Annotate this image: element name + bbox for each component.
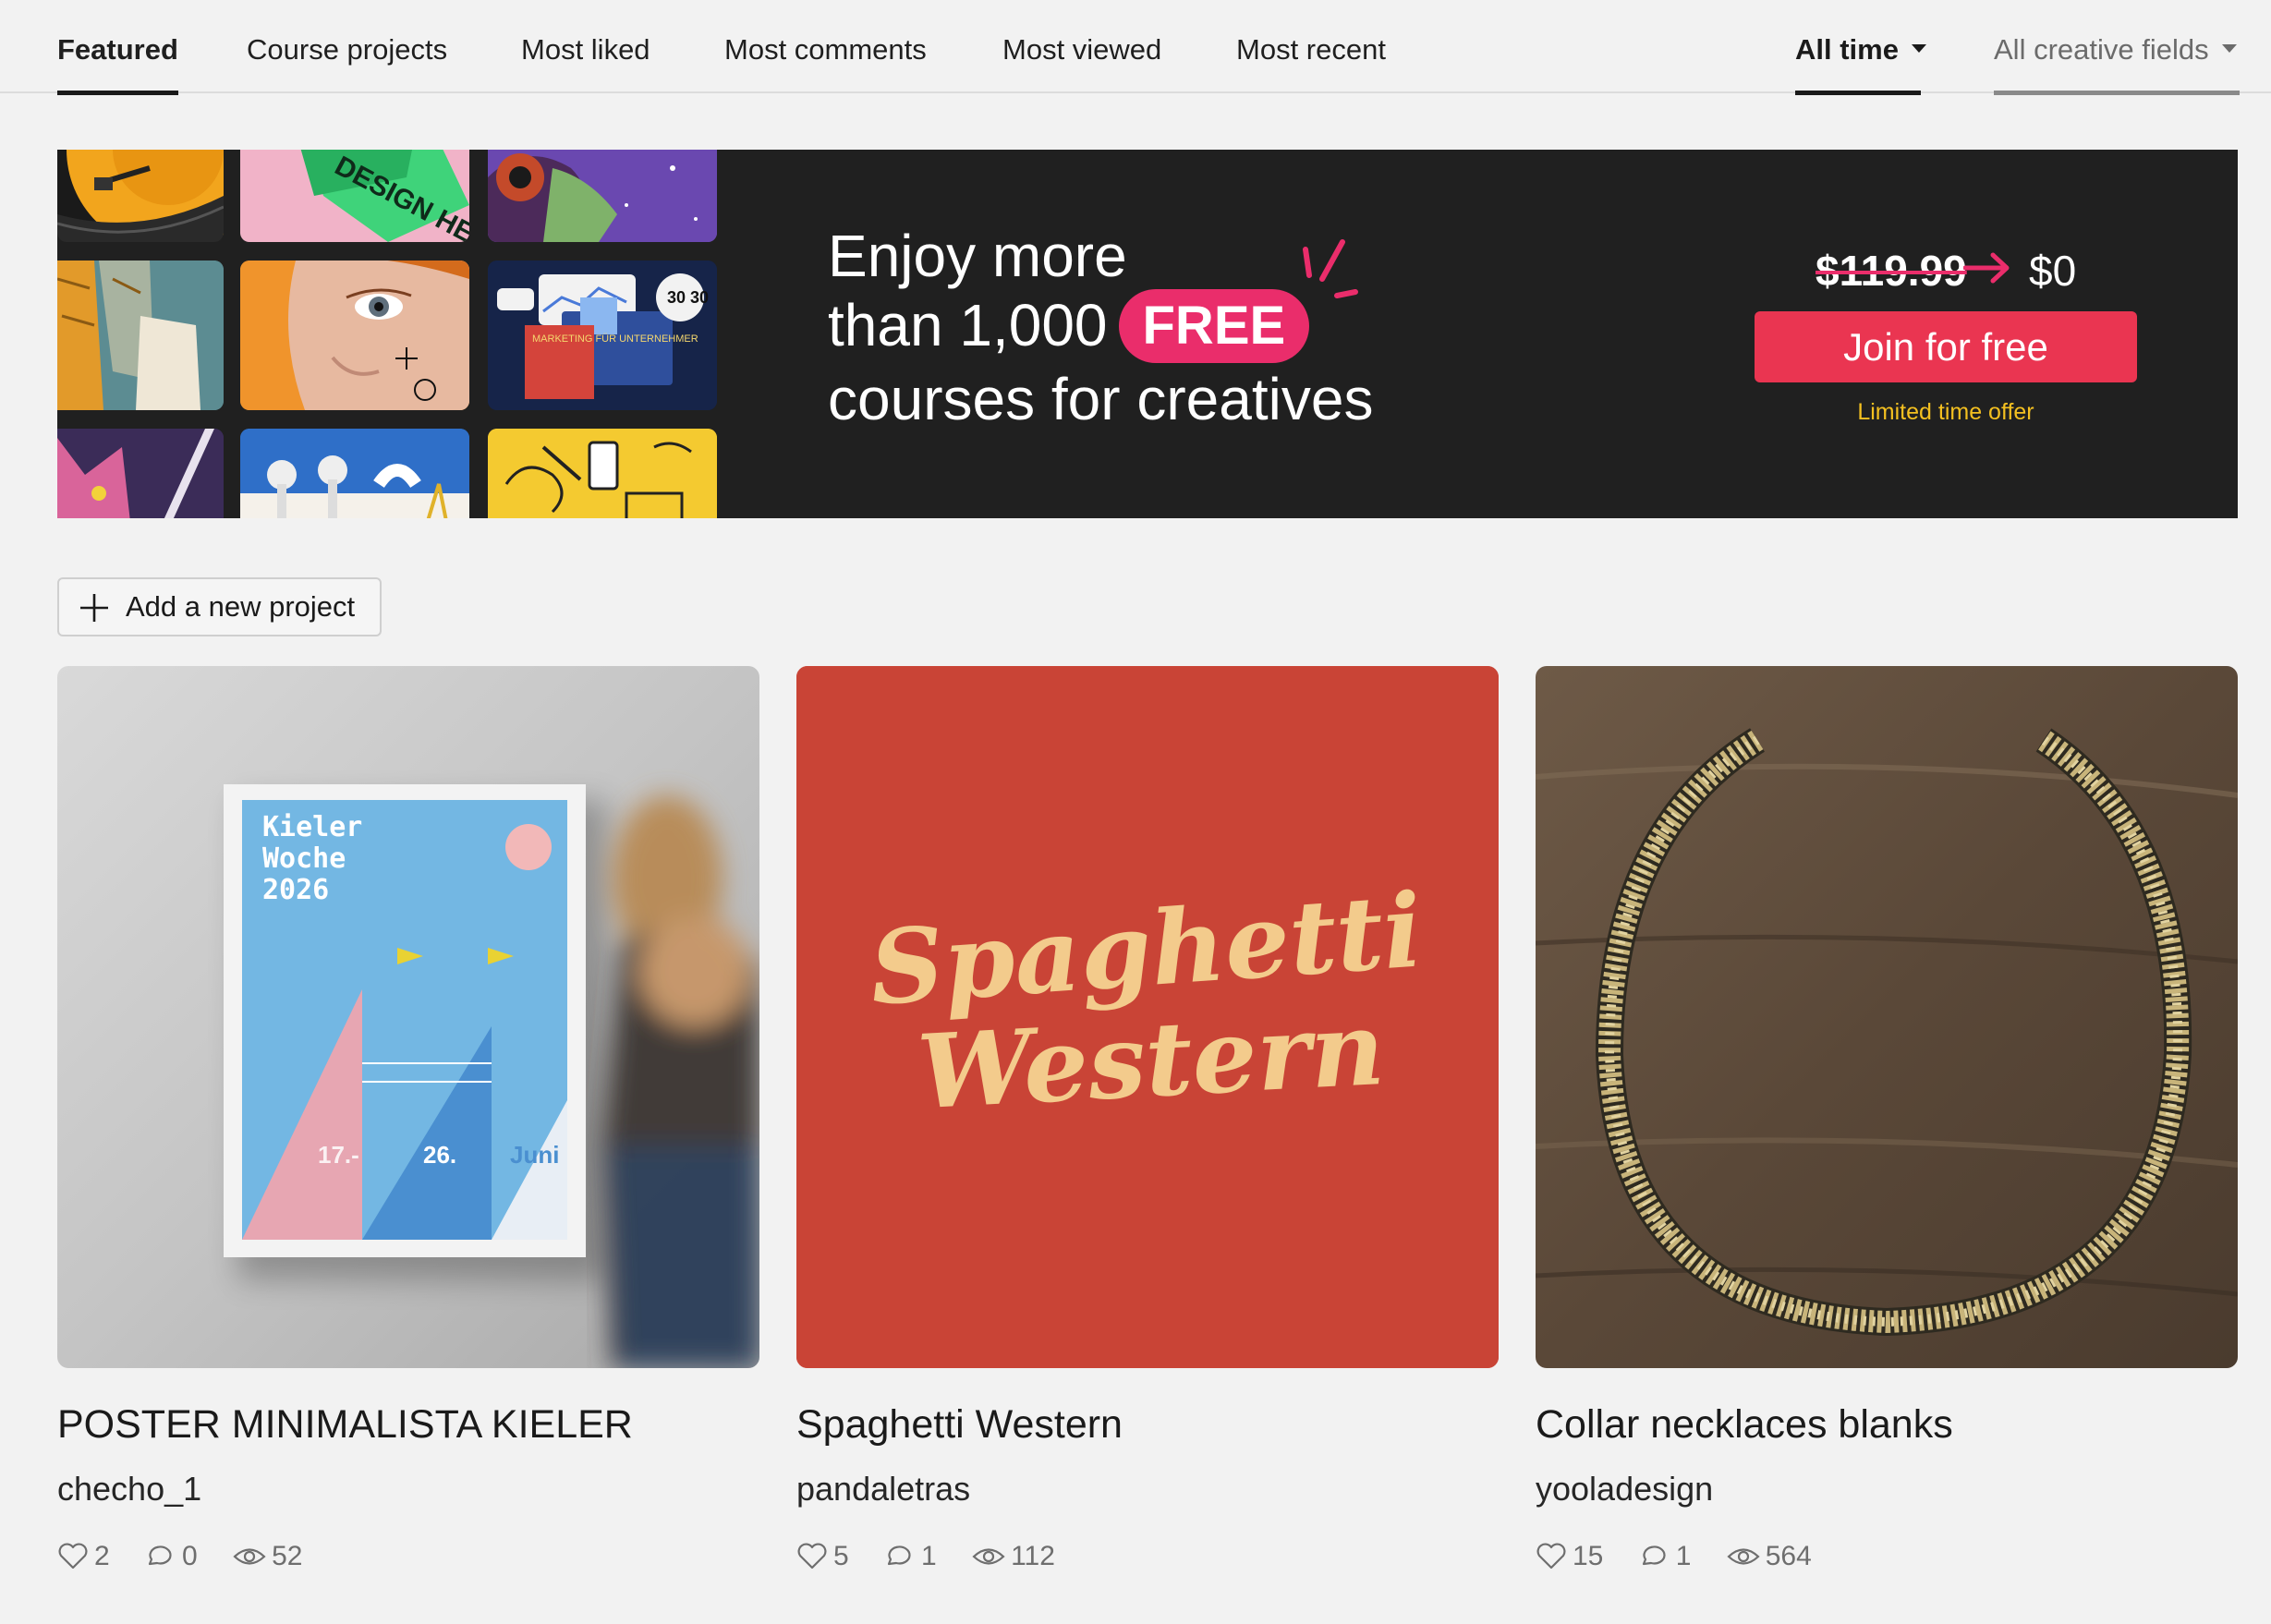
badge-art-text: 30 30	[667, 288, 709, 307]
likes-stat[interactable]: 15	[1536, 1541, 1603, 1572]
banner-tile-vinyl	[57, 150, 224, 242]
free-badge: FREE	[1118, 289, 1310, 363]
project-stats: 15 1 564	[1536, 1541, 1840, 1578]
project-title[interactable]: Collar necklaces blanks	[1536, 1402, 1953, 1448]
heart-icon	[58, 1543, 88, 1569]
arrow-right-icon	[1963, 252, 2010, 284]
heart-icon	[797, 1543, 827, 1569]
tab-course-projects[interactable]: Course projects	[247, 33, 447, 93]
time-range-label: All time	[1795, 33, 1899, 66]
poster-date-month: Juni	[510, 1141, 559, 1169]
tab-most-comments[interactable]: Most comments	[724, 33, 927, 93]
likes-count: 5	[833, 1541, 849, 1571]
views-stat: 564	[1727, 1541, 1812, 1572]
old-price: $119.99	[1816, 247, 1967, 295]
project-title[interactable]: Spaghetti Western	[796, 1402, 1123, 1448]
eye-icon	[233, 1548, 266, 1565]
tab-most-liked[interactable]: Most liked	[521, 33, 650, 93]
banner-tile-macrame	[57, 261, 224, 410]
banner-tile-face	[240, 261, 469, 410]
comments-stat[interactable]: 1	[1639, 1541, 1692, 1572]
project-author[interactable]: checho_1	[57, 1470, 201, 1509]
poster-heading-line: Kieler	[262, 811, 362, 843]
likes-stat[interactable]: 2	[57, 1541, 110, 1572]
spaghetti-art-line2: Western	[915, 988, 1387, 1132]
caret-down-icon	[1911, 44, 1926, 54]
poster-date-end: 26.	[423, 1141, 456, 1169]
comment-icon	[887, 1545, 911, 1566]
comments-stat[interactable]: 0	[145, 1541, 198, 1572]
caret-down-icon	[2221, 44, 2237, 54]
banner-headline-line2: than 1,000	[828, 292, 1108, 358]
poster-heading-line: Woche	[262, 842, 346, 875]
eye-icon	[1727, 1548, 1760, 1565]
add-new-project-label: Add a new project	[126, 590, 356, 623]
banner-headline-line3: courses for creatives	[828, 366, 1374, 432]
banner-tile-headphones	[488, 150, 717, 242]
banner-headline-line1: Enjoy more	[828, 223, 1127, 289]
join-for-free-button[interactable]: Join for free	[1755, 311, 2137, 382]
comment-icon	[1642, 1545, 1666, 1566]
new-price: $0	[2029, 247, 2077, 295]
banner-tile-cat	[57, 429, 224, 518]
comments-count: 0	[182, 1541, 198, 1571]
banner-tile-design-here: DESIGN HERE	[240, 150, 469, 242]
views-count: 112	[1011, 1541, 1055, 1571]
time-range-dropdown[interactable]: All time	[1795, 33, 1926, 95]
sparkle-icon	[1303, 239, 1358, 298]
heart-icon	[1536, 1543, 1566, 1569]
add-new-project-button[interactable]: Add a new project	[57, 577, 382, 636]
likes-stat[interactable]: 5	[796, 1541, 849, 1572]
project-filter-tabbar: Featured Course projects Most liked Most…	[0, 0, 2271, 95]
poster-heading-line: 2026	[262, 874, 329, 906]
creative-fields-label: All creative fields	[1994, 33, 2209, 66]
limited-offer-note: Limited time offer	[1857, 399, 2034, 425]
eye-icon	[972, 1548, 1005, 1565]
project-stats: 2 0 52	[57, 1541, 330, 1578]
comments-count: 1	[1675, 1541, 1692, 1571]
project-stats: 5 1 112	[796, 1541, 1083, 1578]
comment-icon	[148, 1545, 172, 1566]
tab-most-viewed[interactable]: Most viewed	[1002, 33, 1161, 93]
banner-tile-microphones	[240, 429, 469, 518]
views-count: 52	[272, 1541, 303, 1571]
tab-most-recent[interactable]: Most recent	[1236, 33, 1386, 93]
views-count: 564	[1765, 1541, 1812, 1571]
views-stat: 112	[972, 1541, 1055, 1572]
project-thumbnail[interactable]: Spaghetti Western	[796, 666, 1499, 1368]
poster-date-start: 17.-	[318, 1141, 359, 1169]
comments-stat[interactable]: 1	[884, 1541, 937, 1572]
comments-count: 1	[921, 1541, 937, 1571]
likes-count: 15	[1573, 1541, 1604, 1571]
project-author[interactable]: yooladesign	[1536, 1470, 1713, 1509]
creative-fields-dropdown[interactable]: All creative fields	[1994, 33, 2240, 95]
views-stat: 52	[233, 1541, 302, 1572]
plus-icon	[80, 594, 108, 622]
banner-headline: Enjoy more than 1,000 FREE courses for cr…	[828, 222, 1373, 434]
project-thumbnail[interactable]	[1536, 666, 2238, 1368]
project-author[interactable]: pandaletras	[796, 1470, 970, 1509]
banner-tile-marketing: MARKETING FÜR UNTERNEHMER 30 30	[488, 261, 717, 410]
project-thumbnail[interactable]: Kieler Woche 2026 17.- 26. Juni	[57, 666, 759, 1368]
promo-banner[interactable]: DESIGN HERE MARKETING FÜR UNTERNEHMER 30…	[57, 150, 2238, 518]
tab-featured[interactable]: Featured	[57, 33, 178, 95]
likes-count: 2	[94, 1541, 110, 1571]
project-title[interactable]: POSTER MINIMALISTA KIELER	[57, 1402, 633, 1448]
banner-tile-doodle	[488, 429, 717, 518]
marketing-art-text: MARKETING FÜR UNTERNEHMER	[532, 333, 698, 345]
